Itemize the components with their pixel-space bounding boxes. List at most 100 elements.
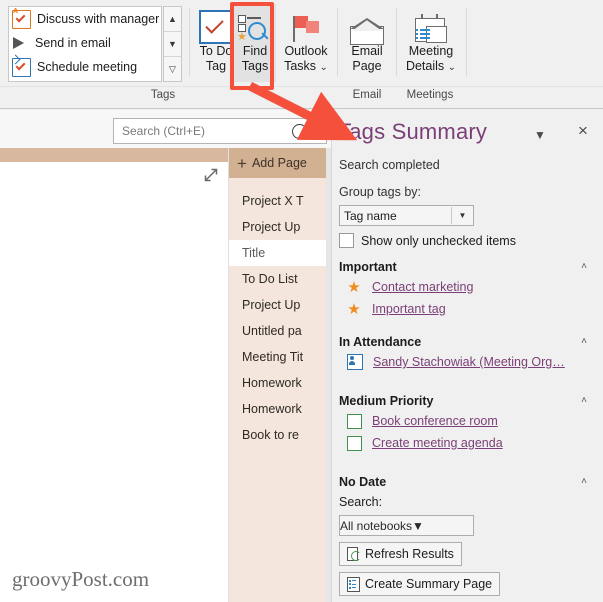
tag-result-link[interactable]: Contact marketing <box>372 280 473 294</box>
tag-result-item[interactable]: Book conference room <box>339 410 597 432</box>
chevron-up-icon[interactable]: ˄ <box>581 395 587 406</box>
star-icon: ★ <box>347 278 361 296</box>
create-summary-page-button[interactable]: Create Summary Page <box>339 572 501 596</box>
tag-result-item[interactable]: ★ Contact marketing <box>339 276 597 298</box>
tag-gallery[interactable]: Discuss with manager Send in email Sched… <box>8 6 162 82</box>
group-label-tags: Tags <box>150 89 176 101</box>
page-list-item-selected[interactable]: Title <box>229 240 331 266</box>
add-page-label: Add Page <box>251 156 307 170</box>
tag-result-link[interactable]: Important tag <box>372 302 446 316</box>
page-list-item[interactable]: Book to re <box>229 422 331 448</box>
find-tags-label-line2: Tags <box>241 59 269 73</box>
watermark: groovyPost.com <box>12 567 150 591</box>
chevron-down-icon[interactable]: ⌄ <box>448 62 456 73</box>
chevron-up-icon[interactable]: ˄ <box>581 261 587 272</box>
calendar-icon <box>414 14 448 44</box>
schedule-meeting-tag-icon <box>12 57 31 77</box>
tag-gallery-item-discuss[interactable]: Discuss with manager <box>9 7 161 31</box>
chevron-down-icon[interactable]: ⌄ <box>320 62 328 73</box>
tags-summary-pane: Tags Summary ▼ × Search completed Group … <box>331 110 603 602</box>
tag-result-item[interactable]: ★ Important tag <box>339 298 597 320</box>
page-list-item[interactable]: Project X T <box>229 188 331 214</box>
show-unchecked-checkbox-row[interactable]: Show only unchecked items <box>339 233 516 248</box>
page-list-item[interactable]: Project Up <box>229 292 331 318</box>
outlook-tasks-button[interactable]: Outlook Tasks ⌄ <box>278 4 334 82</box>
ribbon-divider <box>396 8 397 76</box>
tag-result-item[interactable]: Create meeting agenda <box>339 432 597 454</box>
scroll-down-icon[interactable]: ▼ <box>164 32 181 57</box>
ribbon-body: Discuss with manager Send in email Sched… <box>0 0 603 86</box>
page-list-item[interactable]: Meeting Tit <box>229 344 331 370</box>
tag-gallery-item-label: Discuss with manager <box>37 12 160 26</box>
plus-icon: + <box>237 153 247 173</box>
refresh-icon <box>347 547 361 561</box>
group-tags-by-select[interactable]: Tag name ▼ <box>339 205 474 226</box>
page-canvas[interactable] <box>0 148 229 602</box>
page-list-item[interactable]: Homework <box>229 370 331 396</box>
chevron-down-icon[interactable]: ▼ <box>412 519 424 533</box>
pane-title: Tags Summary <box>338 119 488 144</box>
tag-result-item[interactable]: Sandy Stachowiak (Meeting Org… <box>339 351 597 373</box>
tag-result-link[interactable]: Book conference room <box>372 414 498 428</box>
tag-result-link[interactable]: Sandy Stachowiak (Meeting Org… <box>373 355 565 369</box>
group-tags-by-value: Tag name <box>344 208 397 223</box>
notebook-scope-value: All notebooks <box>340 518 413 533</box>
search-icon[interactable] <box>292 123 308 139</box>
email-page-button[interactable]: Email Page <box>342 4 392 82</box>
find-tags-button[interactable]: ★ Find Tags <box>234 4 276 82</box>
tag-gallery-item-send-email[interactable]: Send in email <box>9 31 161 55</box>
page-list-items: Project X T Project Up Title To Do List … <box>229 188 331 448</box>
tag-result-link[interactable]: Create meeting agenda <box>372 436 503 450</box>
section-heading: Medium Priority <box>339 393 434 408</box>
ribbon-bottom-border <box>0 108 603 109</box>
gallery-more-icon[interactable]: ▽ <box>164 57 181 81</box>
section-header[interactable]: No Date ˄ <box>339 472 597 491</box>
canvas-top-strip <box>0 148 228 162</box>
page-list-item[interactable]: Homework <box>229 396 331 422</box>
meeting-details-label-text: Details <box>405 59 445 73</box>
show-unchecked-checkbox[interactable] <box>339 233 354 248</box>
expand-arrow-icon[interactable] <box>202 166 220 184</box>
tag-gallery-scrollbar[interactable]: ▲ ▼ ▽ <box>163 6 182 82</box>
section-heading: No Date <box>339 474 387 489</box>
chevron-up-icon[interactable]: ˄ <box>581 336 587 347</box>
section-header[interactable]: Important ˄ <box>339 257 597 276</box>
scroll-up-icon[interactable]: ▲ <box>164 7 181 32</box>
group-label-email: Email <box>352 89 382 101</box>
checkbox-icon[interactable] <box>347 435 362 451</box>
page-list-item[interactable]: To Do List <box>229 266 331 292</box>
page-list: + Add Page Project X T Project Up Title … <box>229 148 331 602</box>
search-dropdown-icon[interactable]: ▼ <box>312 127 320 136</box>
checkbox-check-icon <box>199 10 233 44</box>
section-header[interactable]: In Attendance ˄ <box>339 332 597 351</box>
chevron-down-icon[interactable]: ▼ <box>451 207 473 224</box>
tag-gallery-item-label: Schedule meeting <box>37 60 138 74</box>
email-page-label-line1: Email <box>351 44 383 58</box>
section-no-date: No Date ˄ <box>339 472 597 491</box>
ribbon-divider <box>466 8 467 76</box>
chevron-up-icon[interactable]: ˄ <box>581 476 587 487</box>
notebook-scope-select[interactable]: All notebooks ▼ <box>339 515 474 536</box>
outlook-tasks-label-text: Tasks <box>284 59 317 73</box>
add-page-button[interactable]: + Add Page <box>229 148 331 178</box>
to-do-tag-button[interactable]: To Do Tag <box>192 4 240 82</box>
outlook-tasks-label-line1: Outlook <box>284 44 328 58</box>
star-icon: ★ <box>347 300 361 318</box>
find-tags-label-line1: Find <box>242 44 268 58</box>
meeting-details-button[interactable]: Meeting Details ⌄ <box>400 4 462 82</box>
search-input[interactable]: Search (Ctrl+E) ▼ <box>113 118 327 144</box>
page-list-item[interactable]: Project Up <box>229 214 331 240</box>
to-do-tag-label-line1: To Do <box>199 44 233 58</box>
envelope-icon <box>350 18 384 45</box>
page-list-item[interactable]: Untitled pa <box>229 318 331 344</box>
refresh-results-button[interactable]: Refresh Results <box>339 542 462 566</box>
checkbox-icon[interactable] <box>347 413 362 429</box>
search-placeholder: Search (Ctrl+E) <box>122 124 206 138</box>
show-unchecked-label: Show only unchecked items <box>361 233 516 248</box>
section-medium-priority: Medium Priority ˄ Book conference room C… <box>339 391 597 454</box>
close-icon[interactable]: × <box>578 122 588 139</box>
tag-gallery-item-schedule-meeting[interactable]: Schedule meeting <box>9 55 161 79</box>
send-email-tag-icon <box>12 35 29 52</box>
section-header[interactable]: Medium Priority ˄ <box>339 391 597 410</box>
pane-dropdown-icon[interactable]: ▼ <box>534 128 546 142</box>
